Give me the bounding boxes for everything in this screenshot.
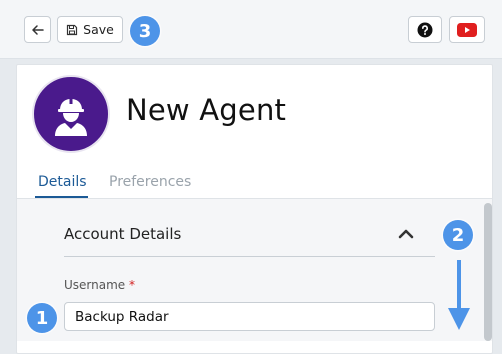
question-circle-icon xyxy=(417,22,433,37)
arrow-left-icon xyxy=(31,24,44,35)
section-divider xyxy=(64,256,435,257)
agent-avatar xyxy=(32,75,110,153)
chevron-up-icon[interactable] xyxy=(397,227,415,241)
callout-1: 1 xyxy=(27,303,57,333)
youtube-button[interactable] xyxy=(449,16,485,43)
scrollbar[interactable] xyxy=(484,203,492,341)
construction-worker-icon xyxy=(55,98,87,136)
username-label: Username * xyxy=(64,278,135,292)
floppy-disk-icon xyxy=(67,24,78,35)
save-label: Save xyxy=(83,22,114,37)
youtube-play-icon xyxy=(457,22,477,37)
callout-2: 2 xyxy=(443,220,473,250)
callout-3: 3 xyxy=(130,16,160,46)
username-label-text: Username xyxy=(64,278,126,292)
help-button[interactable] xyxy=(408,16,442,43)
page-title: New Agent xyxy=(126,93,287,127)
back-button[interactable] xyxy=(24,16,51,43)
save-button[interactable]: Save xyxy=(57,16,123,43)
tab-details[interactable]: Details xyxy=(38,174,87,190)
tab-preferences[interactable]: Preferences xyxy=(109,174,191,190)
username-input[interactable] xyxy=(64,302,435,331)
required-marker: * xyxy=(129,278,135,292)
section-title: Account Details xyxy=(64,225,182,243)
scroll-down-arrow-icon xyxy=(448,260,470,330)
